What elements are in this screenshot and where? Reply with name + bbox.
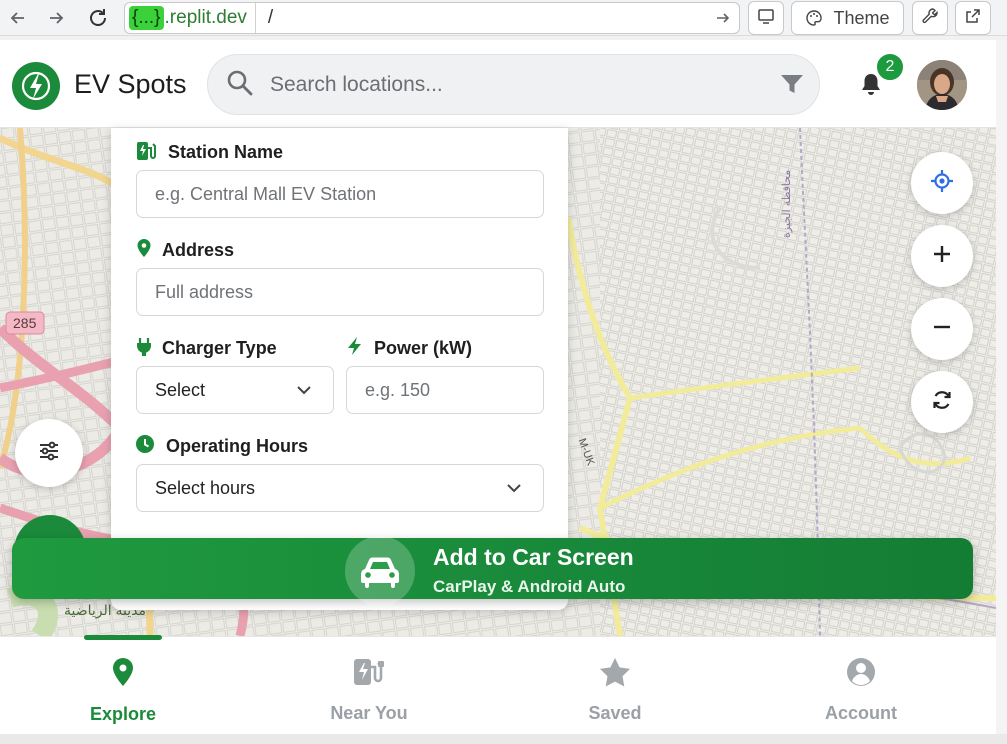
open-external-button[interactable] [955, 1, 991, 35]
nav-item-near-you[interactable]: Near You [246, 637, 492, 735]
map-pin-icon [111, 657, 135, 692]
station-name-label: Station Name [168, 142, 284, 162]
url-host-highlight: {...} [129, 6, 164, 30]
power-input[interactable]: e.g. 150 [346, 366, 544, 414]
chevron-down-icon [295, 381, 313, 404]
scrollbar-track [996, 40, 1007, 744]
wrench-icon [921, 7, 939, 30]
lightning-logo-icon [12, 62, 60, 110]
plug-icon [136, 337, 152, 362]
palette-icon [805, 9, 823, 27]
clock-icon [135, 434, 155, 459]
operating-hours-value: Select hours [155, 477, 256, 498]
locate-me-button[interactable] [911, 152, 973, 214]
station-name-input[interactable]: e.g. Central Mall EV Station [136, 170, 544, 218]
nav-label-saved: Saved [588, 703, 642, 723]
star-icon [599, 657, 631, 692]
nav-item-explore[interactable]: Explore [0, 635, 246, 735]
map-pin-icon [136, 238, 152, 263]
bottom-navigation: Explore Near You Saved Account [0, 635, 996, 735]
search-icon [226, 69, 254, 102]
user-icon [846, 657, 876, 692]
nav-label-near-you: Near You [330, 703, 408, 723]
url-path: / [267, 7, 274, 28]
browser-toolbar: {...} .replit.dev / Theme [0, 0, 1007, 36]
forward-icon[interactable] [38, 0, 74, 36]
address-label: Address [162, 240, 235, 260]
minus-icon [932, 317, 952, 342]
address-bar[interactable]: {...} .replit.dev / [124, 2, 740, 34]
sliders-icon [37, 439, 61, 468]
search-bar[interactable]: Search locations... [207, 54, 820, 115]
charger-type-select[interactable]: Select [136, 366, 334, 414]
nav-item-saved[interactable]: Saved [492, 637, 738, 735]
filters-button[interactable] [15, 419, 83, 487]
monitor-icon [757, 7, 775, 30]
car-banner-subtitle: CarPlay & Android Auto [433, 577, 626, 596]
url-host: {...} .replit.dev [125, 3, 256, 33]
devtools-button[interactable] [912, 1, 948, 35]
search-input[interactable]: Search locations... [270, 73, 443, 97]
power-label: Power (kW) [374, 338, 473, 358]
active-indicator [84, 635, 162, 640]
plus-icon [932, 244, 952, 269]
chevron-down-icon [505, 479, 523, 502]
url-host-domain: .replit.dev [164, 7, 247, 28]
car-banner-title: Add to Car Screen [433, 544, 634, 570]
operating-hours-select[interactable]: Select hours [136, 464, 544, 512]
theme-label: Theme [833, 7, 890, 28]
nav-item-account[interactable]: Account [738, 637, 984, 735]
app-header: EV Spots Search locations... 2 [0, 40, 996, 128]
area-label: محافظة الجيزة [781, 169, 793, 238]
ev-station-icon [135, 140, 157, 167]
operating-hours-label: Operating Hours [166, 436, 309, 456]
lightning-icon [346, 336, 364, 361]
zoom-in-button[interactable] [911, 225, 973, 287]
refresh-button[interactable] [911, 371, 973, 433]
avatar[interactable] [917, 60, 967, 110]
nav-label-explore: Explore [89, 704, 157, 724]
go-arrow-icon[interactable] [707, 10, 739, 26]
nav-label-account: Account [825, 703, 897, 723]
back-icon[interactable] [0, 0, 36, 36]
reload-icon[interactable] [80, 0, 116, 36]
devices-button[interactable] [748, 1, 784, 35]
charger-type-label: Charger Type [162, 338, 277, 358]
add-to-car-screen-button[interactable]: Add to Car Screen CarPlay & Android Auto [12, 536, 973, 606]
refresh-icon [931, 389, 953, 416]
ev-station-icon [352, 657, 386, 692]
charger-type-value: Select [155, 379, 206, 400]
theme-button[interactable]: Theme [791, 1, 904, 35]
external-link-icon [964, 7, 982, 30]
road-label-285: 285 [13, 315, 37, 331]
filter-icon[interactable] [780, 73, 804, 100]
car-icon [345, 536, 415, 606]
crosshair-icon [930, 169, 954, 198]
address-input[interactable]: Full address [136, 268, 544, 316]
bottom-edge [0, 734, 1007, 744]
zoom-out-button[interactable] [911, 298, 973, 360]
notification-badge: 2 [875, 52, 905, 82]
app-title: EV Spots [74, 69, 187, 99]
